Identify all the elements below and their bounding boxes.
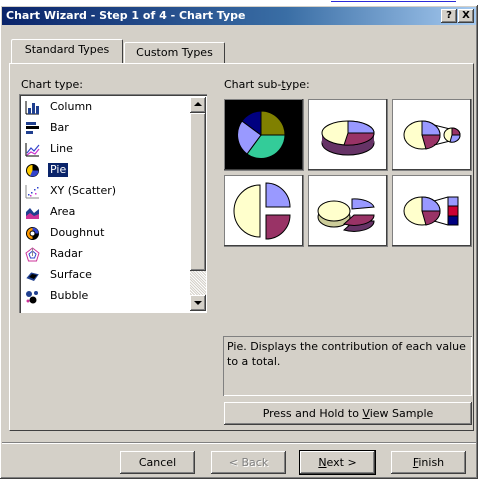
tab-label: Standard Types (24, 43, 110, 56)
list-item-doughnut[interactable]: Doughnut (22, 223, 190, 244)
line-chart-icon (25, 143, 40, 157)
chart-type-label-text: Chart type: (21, 78, 84, 91)
next-button[interactable]: Next > (300, 451, 375, 474)
view-sample-label-post: iew Sample (369, 407, 434, 420)
subtype-exploded-pie[interactable] (224, 175, 304, 247)
pie-subtype-icon (236, 110, 286, 160)
list-item-label: Doughnut (50, 226, 105, 239)
subtype-exploded-3d-pie[interactable] (308, 175, 388, 247)
doughnut-chart-icon (26, 227, 39, 240)
pie-of-pie-subtype-icon (403, 120, 461, 150)
subtype-description: Pie. Displays the contribution of each v… (227, 340, 466, 368)
list-item-area[interactable]: Area (22, 202, 190, 223)
view-sample-label-pre: Press and Hold to (262, 407, 363, 420)
next-label-post: ext > (326, 456, 357, 469)
chart-subtype-label-post: ype: (285, 78, 310, 91)
finish-button[interactable]: Finish (391, 451, 466, 474)
3d-pie-subtype-icon (321, 120, 375, 156)
list-item-bubble[interactable]: Bubble (22, 286, 190, 307)
bubble-chart-icon (26, 291, 38, 304)
bar-of-pie-subtype-icon (403, 196, 459, 226)
exploded-3d-pie-subtype-icon (317, 198, 375, 232)
list-item-surface[interactable]: Surface (22, 265, 190, 286)
window-title: Chart Wizard - Step 1 of 4 - Chart Type (6, 9, 246, 22)
chart-type-label: Chart type: (21, 78, 83, 91)
exploded-pie-subtype-icon (233, 182, 291, 240)
arrow-down-icon (194, 301, 202, 305)
title-bar[interactable]: Chart Wizard - Step 1 of 4 - Chart Type … (2, 7, 476, 25)
view-sample-button[interactable]: Press and Hold to View Sample (224, 402, 472, 425)
tab-custom-types[interactable]: Custom Types (124, 42, 225, 63)
area-chart-icon (26, 208, 39, 219)
chart-type-items: Column Bar Line Pie XY (Scatter) Area Do… (22, 97, 190, 307)
help-button[interactable]: ? (441, 9, 457, 23)
list-item-label: Surface (50, 268, 92, 281)
back-button[interactable]: < Back (211, 451, 286, 474)
subtype-bar-of-pie[interactable] (392, 175, 472, 247)
surface-chart-icon (25, 271, 40, 281)
chart-subtype-label-pre: Chart sub- (224, 78, 282, 91)
scroll-down-button[interactable] (190, 295, 206, 311)
tab-label: Custom Types (136, 46, 213, 59)
footer-divider (2, 442, 476, 444)
list-item-label: Area (50, 205, 76, 218)
list-item-line[interactable]: Line (22, 139, 190, 160)
chart-subtype-label: Chart sub-type: (224, 78, 310, 91)
pie-chart-icon (26, 164, 39, 177)
list-item-pie[interactable]: Pie (22, 160, 190, 181)
list-item-label: XY (Scatter) (50, 184, 117, 197)
subtype-description-box: Pie. Displays the contribution of each v… (223, 336, 472, 396)
chart-wizard-dialog: Chart Wizard - Step 1 of 4 - Chart Type … (0, 5, 478, 479)
subtype-pie-of-pie[interactable] (392, 99, 472, 171)
list-item-xy-scatter[interactable]: XY (Scatter) (22, 181, 190, 202)
back-label: < Back (228, 456, 269, 469)
arrow-up-icon (194, 102, 202, 106)
finish-label-post: inish (418, 456, 445, 469)
list-item-radar[interactable]: Radar (22, 244, 190, 265)
next-label-mnemonic: N (318, 456, 327, 469)
list-item-label: Pie (48, 163, 69, 177)
radar-chart-icon (25, 247, 40, 262)
list-item-label: Bar (50, 121, 69, 134)
list-item-label: Radar (50, 247, 83, 260)
chart-subtype-grid (224, 99, 473, 251)
background-link-underline (331, 0, 456, 2)
cancel-label: Cancel (138, 456, 177, 469)
list-item-label: Bubble (50, 289, 89, 302)
scatter-chart-icon (25, 185, 39, 199)
list-item-bar[interactable]: Bar (22, 118, 190, 139)
list-item-column[interactable]: Column (22, 97, 190, 118)
subtype-3d-pie[interactable] (308, 99, 388, 171)
tab-standard-types[interactable]: Standard Types (11, 39, 123, 63)
chart-type-list[interactable]: Column Bar Line Pie XY (Scatter) Area Do… (19, 94, 207, 313)
list-item-label: Line (50, 142, 73, 155)
scroll-up-button[interactable] (190, 97, 206, 113)
chart-type-scrollbar[interactable] (190, 97, 206, 311)
view-sample-label-mnemonic: V (362, 407, 370, 420)
scroll-thumb[interactable] (190, 113, 206, 271)
subtype-pie[interactable] (224, 99, 304, 171)
cancel-button[interactable]: Cancel (120, 451, 195, 474)
bar-chart-icon (26, 122, 39, 134)
list-item-label: Column (50, 100, 93, 113)
column-chart-icon (25, 101, 39, 115)
close-button[interactable]: X (458, 9, 474, 23)
